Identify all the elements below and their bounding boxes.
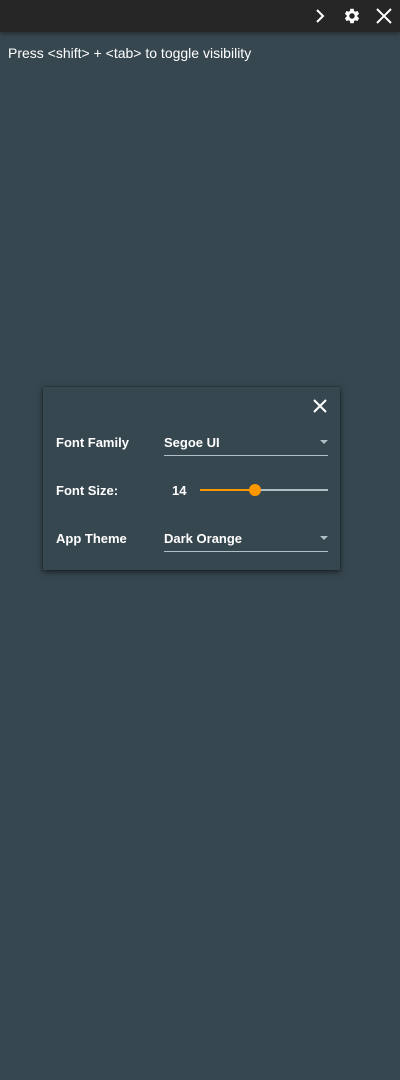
close-icon[interactable]: [372, 4, 396, 28]
top-toolbar: [0, 0, 400, 32]
settings-dialog: Font Family Segoe UI Font Size: 14 App T…: [43, 387, 340, 570]
close-icon[interactable]: [309, 395, 331, 417]
font-family-select[interactable]: Segoe UI: [164, 433, 328, 456]
gear-icon[interactable]: [340, 4, 364, 28]
app-theme-select[interactable]: Dark Orange: [164, 529, 328, 552]
font-family-value: Segoe UI: [164, 435, 220, 450]
chevron-right-icon[interactable]: [308, 4, 332, 28]
chevron-down-icon: [320, 440, 328, 444]
font-size-slider[interactable]: [200, 483, 328, 497]
font-family-label: Font Family: [56, 435, 129, 450]
slider-fill: [200, 489, 256, 491]
slider-thumb[interactable]: [249, 484, 262, 496]
app-theme-value: Dark Orange: [164, 531, 243, 546]
font-size-label: Font Size:: [56, 483, 119, 498]
visibility-hint: Press <shift> + <tab> to toggle visibili…: [8, 45, 252, 61]
chevron-down-icon: [320, 536, 328, 540]
font-size-value: 14: [172, 483, 187, 498]
app-theme-label: App Theme: [56, 531, 127, 546]
